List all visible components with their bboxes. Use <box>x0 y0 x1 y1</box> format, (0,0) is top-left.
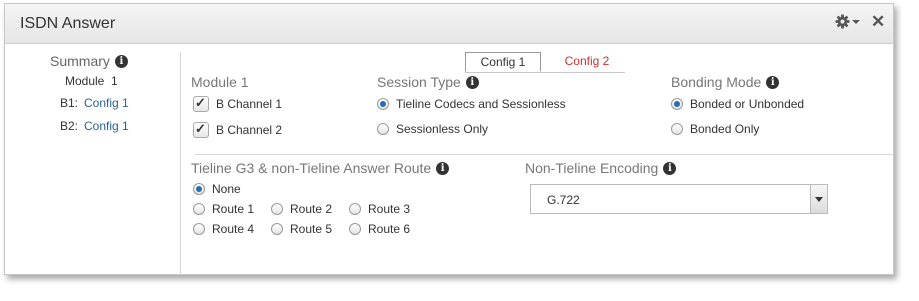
radio-button[interactable] <box>377 123 389 135</box>
config-tabs: Config 1 Config 2 <box>465 52 625 73</box>
bonding-mode-option-label: Bonded Only <box>690 122 760 136</box>
answer-route-option-route-6[interactable]: Route 6 <box>349 222 410 236</box>
info-icon[interactable]: i <box>465 75 479 89</box>
encoding-selected-value: G.722 <box>547 193 580 207</box>
bonding-mode-option-bonded-or-unbonded[interactable]: Bonded or Unbonded <box>671 97 804 111</box>
bonding-mode-label: Bonding Mode i <box>671 74 780 90</box>
summary-row-label: B2: <box>60 119 79 133</box>
radio-button[interactable] <box>193 203 205 215</box>
summary-section: Summary i Module 1 B1: Config 1 B2: Config… <box>5 44 180 274</box>
settings-menu-button[interactable] <box>835 14 860 29</box>
answer-route-option-route-4[interactable]: Route 4 <box>193 222 254 236</box>
answer-route-option-label: Route 6 <box>368 222 411 236</box>
select-dropdown-button[interactable] <box>810 185 827 213</box>
answer-route-option-route-1[interactable]: Route 1 <box>193 202 254 216</box>
radio-button[interactable] <box>271 223 283 235</box>
radio-button[interactable] <box>193 183 205 195</box>
bonding-mode-option-bonded-only[interactable]: Bonded Only <box>671 122 759 136</box>
summary-heading: Summary i <box>50 53 128 69</box>
bonding-mode-label-text: Bonding Mode <box>671 74 762 90</box>
panel-title: ISDN Answer <box>20 15 116 32</box>
radio-button[interactable] <box>349 223 361 235</box>
answer-route-option-none[interactable]: None <box>193 182 241 196</box>
isdn-answer-panel: ISDN Answer ✕ Summary i Module 1 B1: Con… <box>4 3 894 275</box>
summary-module: Module 1 <box>65 74 118 88</box>
session-type-label: Session Type i <box>377 74 479 90</box>
tab-config-2[interactable]: Config 2 <box>551 52 623 70</box>
bonding-mode-option-label: Bonded or Unbonded <box>690 97 805 111</box>
info-icon[interactable]: i <box>766 75 780 89</box>
answer-route-option-label: None <box>212 182 241 196</box>
radio-button[interactable] <box>671 98 683 110</box>
tab-config-1[interactable]: Config 1 <box>465 52 541 72</box>
encoding-label-text: Non-Tieline Encoding <box>525 160 659 176</box>
summary-config-link-b1[interactable]: Config 1 <box>84 96 129 110</box>
session-type-option-label: Tieline Codecs and Sessionless <box>396 97 566 111</box>
answer-route-option-route-2[interactable]: Route 2 <box>271 202 332 216</box>
summary-row-b1: B1: Config 1 <box>60 96 129 110</box>
summary-divider <box>180 52 181 274</box>
info-icon[interactable]: i <box>114 54 128 68</box>
b-channel-2-checkbox[interactable]: ✓ B Channel 2 <box>193 121 283 138</box>
encoding-select[interactable]: G.722 <box>530 184 828 214</box>
answer-route-label: Tieline G3 & non-Tieline Answer Route i <box>191 160 450 176</box>
check-icon: ✓ <box>195 95 206 110</box>
radio-button[interactable] <box>377 98 389 110</box>
gear-icon <box>835 14 850 29</box>
session-type-label-text: Session Type <box>377 74 461 90</box>
session-type-option-codecs[interactable]: Tieline Codecs and Sessionless <box>377 97 566 111</box>
info-icon[interactable]: i <box>436 161 450 175</box>
close-icon[interactable]: ✕ <box>871 13 885 30</box>
answer-route-option-label: Route 1 <box>212 202 255 216</box>
summary-title: Summary <box>50 53 110 69</box>
panel-titlebar: ISDN Answer ✕ <box>5 4 893 44</box>
session-type-option-label: Sessionless Only <box>396 122 489 136</box>
answer-route-label-text: Tieline G3 & non-Tieline Answer Route <box>191 160 432 176</box>
answer-route-option-label: Route 2 <box>290 202 333 216</box>
b-channel-1-label: B Channel 1 <box>216 97 283 111</box>
checkbox-box[interactable]: ✓ <box>193 95 209 112</box>
answer-route-option-route-5[interactable]: Route 5 <box>271 222 332 236</box>
session-type-option-sessionless[interactable]: Sessionless Only <box>377 122 488 136</box>
module-label: Module 1 <box>191 74 249 90</box>
info-icon[interactable]: i <box>663 161 677 175</box>
answer-route-option-label: Route 3 <box>368 202 411 216</box>
summary-config-link-b2[interactable]: Config 1 <box>84 119 129 133</box>
answer-route-option-route-3[interactable]: Route 3 <box>349 202 410 216</box>
radio-button[interactable] <box>671 123 683 135</box>
section-divider <box>195 154 893 155</box>
summary-row-b2: B2: Config 1 <box>60 119 129 133</box>
radio-button[interactable] <box>193 223 205 235</box>
check-icon: ✓ <box>195 121 206 136</box>
b-channel-2-label: B Channel 2 <box>216 123 283 137</box>
radio-button[interactable] <box>349 203 361 215</box>
answer-route-option-label: Route 4 <box>212 222 255 236</box>
chevron-down-icon <box>852 19 860 24</box>
checkbox-box[interactable]: ✓ <box>193 121 209 138</box>
encoding-label: Non-Tieline Encoding i <box>525 160 677 176</box>
summary-row-label: B1: <box>60 96 79 110</box>
b-channel-1-checkbox[interactable]: ✓ B Channel 1 <box>193 95 283 112</box>
chevron-down-icon <box>815 197 823 202</box>
radio-button[interactable] <box>271 203 283 215</box>
answer-route-option-label: Route 5 <box>290 222 333 236</box>
module-label-text: Module 1 <box>191 74 249 90</box>
